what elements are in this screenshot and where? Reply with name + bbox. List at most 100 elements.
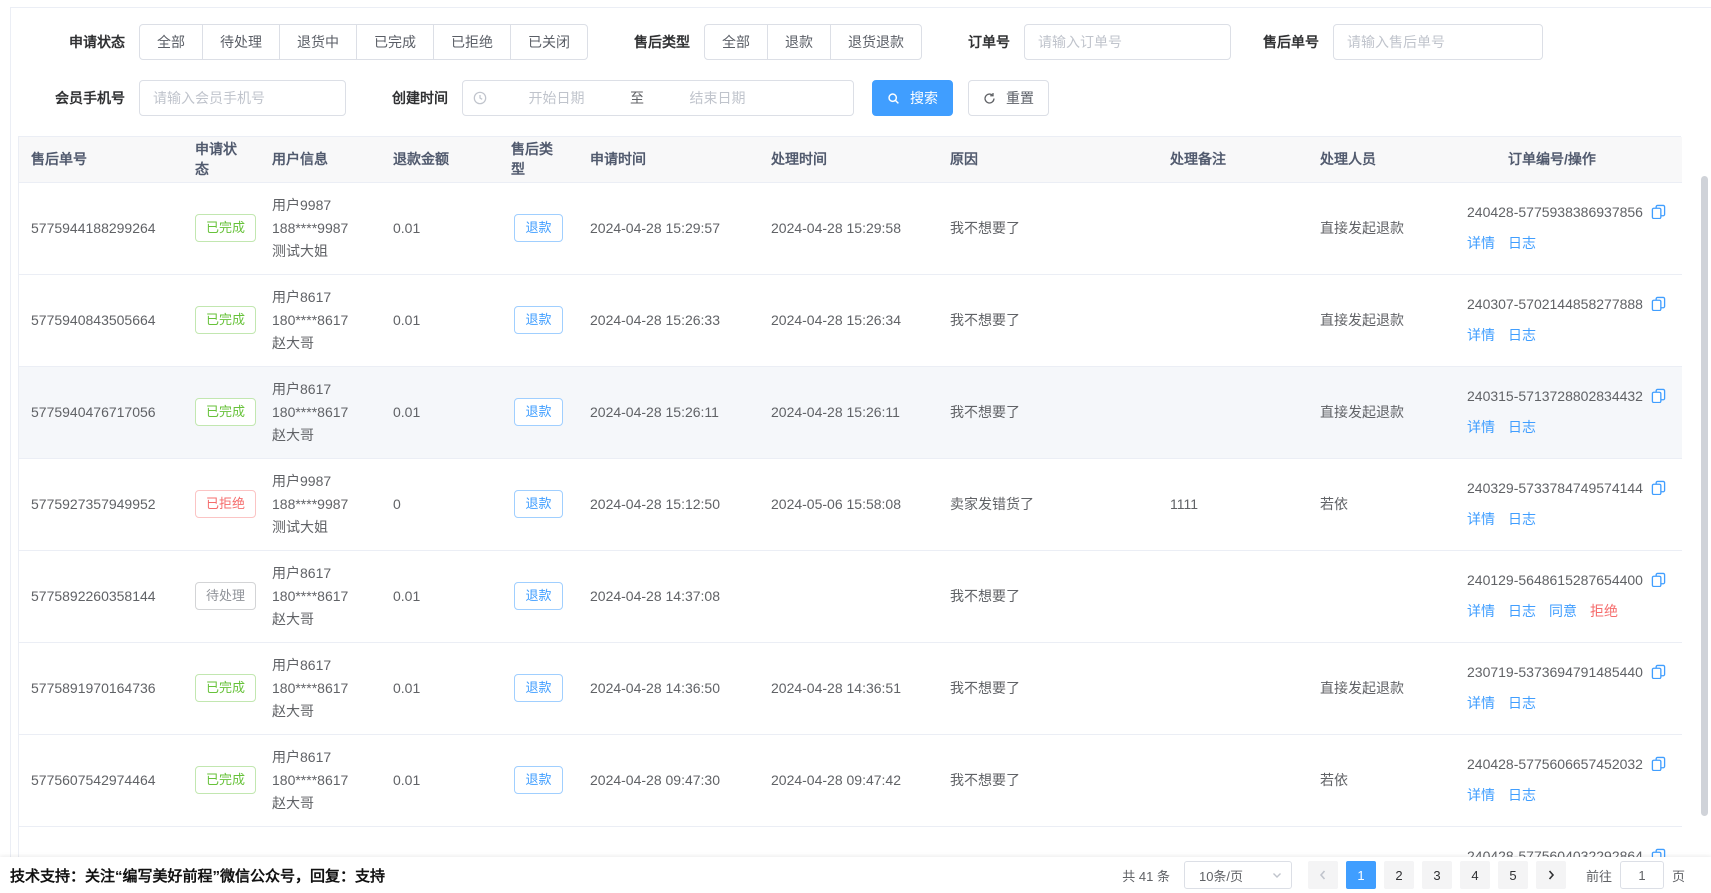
action-日志[interactable]: 日志 bbox=[1508, 787, 1536, 803]
table-row: 5775892260358144 待处理 用户8617180****8617赵大… bbox=[19, 550, 1682, 642]
cell-apply-time: 2024-04-28 15:26:11 bbox=[578, 366, 759, 458]
start-date-input[interactable] bbox=[489, 89, 624, 107]
filter-option-全部[interactable]: 全部 bbox=[704, 24, 768, 60]
page-button-2[interactable]: 2 bbox=[1384, 861, 1414, 889]
filter-option-已拒绝[interactable]: 已拒绝 bbox=[433, 24, 511, 60]
action-日志[interactable]: 日志 bbox=[1508, 695, 1536, 711]
filter-option-已关闭[interactable]: 已关闭 bbox=[510, 24, 588, 60]
cell-aftersale-id: 5775607542974464 bbox=[19, 734, 183, 826]
filter-option-退款[interactable]: 退款 bbox=[767, 24, 831, 60]
search-button[interactable]: 搜索 bbox=[872, 80, 953, 116]
refund-amount: 0 bbox=[393, 496, 401, 512]
filter-option-待处理[interactable]: 待处理 bbox=[202, 24, 280, 60]
aftersale-type-label: 售后类型 bbox=[634, 32, 690, 52]
action-拒绝[interactable]: 拒绝 bbox=[1590, 603, 1618, 619]
cell-handler: 直接发起退款 bbox=[1308, 274, 1422, 366]
page-button-3[interactable]: 3 bbox=[1422, 861, 1452, 889]
action-详情[interactable]: 详情 bbox=[1467, 327, 1495, 343]
action-详情[interactable]: 详情 bbox=[1467, 419, 1495, 435]
cell-amount: 0.01 bbox=[381, 274, 499, 366]
filter-option-退货中[interactable]: 退货中 bbox=[279, 24, 357, 60]
page-button-1[interactable]: 1 bbox=[1346, 861, 1376, 889]
cell-order-ops: 240428-5775606657452032 详情日志 bbox=[1422, 734, 1682, 826]
copy-icon[interactable] bbox=[1651, 387, 1666, 410]
cell-type: 退款 bbox=[499, 182, 578, 274]
handler: 直接发起退款 bbox=[1320, 404, 1404, 420]
cell-type: 退款 bbox=[499, 826, 578, 858]
copy-icon[interactable] bbox=[1651, 203, 1666, 226]
action-详情[interactable]: 详情 bbox=[1467, 235, 1495, 251]
cell-apply-time: 2024-04-28 15:12:50 bbox=[578, 458, 759, 550]
cell-amount: 0.01 bbox=[381, 550, 499, 642]
filter-option-已完成[interactable]: 已完成 bbox=[356, 24, 434, 60]
row-actions: 详情日志 bbox=[1467, 508, 1670, 531]
member-phone-input[interactable] bbox=[139, 80, 346, 116]
aftersale-no-input[interactable] bbox=[1333, 24, 1543, 60]
reset-button-label: 重置 bbox=[1006, 88, 1034, 108]
vertical-scrollbar[interactable] bbox=[1701, 176, 1708, 816]
page-size-select[interactable]: 10条/页 bbox=[1184, 861, 1292, 889]
order-no-input[interactable] bbox=[1024, 24, 1231, 60]
cell-user-info: 用户9987188****9987测试大姐 bbox=[260, 182, 381, 274]
prev-page-button[interactable] bbox=[1308, 861, 1338, 889]
action-日志[interactable]: 日志 bbox=[1508, 419, 1536, 435]
cell-handle-time bbox=[759, 826, 938, 858]
action-日志[interactable]: 日志 bbox=[1508, 327, 1536, 343]
table-row: 5775927357949952 已拒绝 用户9987188****9987测试… bbox=[19, 458, 1682, 550]
cell-apply-time: 2024-04-28 15:29:57 bbox=[578, 182, 759, 274]
cell-status: 已完成 bbox=[183, 182, 260, 274]
copy-icon[interactable] bbox=[1651, 755, 1666, 778]
aftersale-id: 5775927357949952 bbox=[31, 496, 156, 512]
end-date-input[interactable] bbox=[650, 89, 785, 107]
row-actions: 详情日志 bbox=[1467, 232, 1670, 255]
cell-type: 退款 bbox=[499, 734, 578, 826]
handle-time: 2024-04-28 09:47:42 bbox=[771, 772, 901, 788]
goto-page-input[interactable] bbox=[1620, 861, 1664, 889]
cell-handle-time: 2024-04-28 14:36:51 bbox=[759, 642, 938, 734]
action-日志[interactable]: 日志 bbox=[1508, 235, 1536, 251]
cell-remark bbox=[1158, 182, 1308, 274]
cell-aftersale-id: 5775892260358144 bbox=[19, 550, 183, 642]
cell-reason: 我不想要了 bbox=[938, 366, 1158, 458]
search-icon bbox=[887, 92, 905, 105]
action-详情[interactable]: 详情 bbox=[1467, 787, 1495, 803]
order-no: 240129-5648615287654400 bbox=[1467, 572, 1643, 588]
pager: 12345 bbox=[1304, 861, 1570, 889]
action-日志[interactable]: 日志 bbox=[1508, 603, 1536, 619]
status-badge: 已完成 bbox=[195, 674, 256, 702]
page-button-4[interactable]: 4 bbox=[1460, 861, 1490, 889]
action-日志[interactable]: 日志 bbox=[1508, 511, 1536, 527]
cell-order-ops: 240315-5713728802834432 详情日志 bbox=[1422, 366, 1682, 458]
action-详情[interactable]: 详情 bbox=[1467, 511, 1495, 527]
action-同意[interactable]: 同意 bbox=[1549, 603, 1577, 619]
filter-option-全部[interactable]: 全部 bbox=[139, 24, 203, 60]
aftersale-id: 5775940476717056 bbox=[31, 404, 156, 420]
handle-time: 2024-04-28 15:26:11 bbox=[771, 404, 900, 420]
action-详情[interactable]: 详情 bbox=[1467, 695, 1495, 711]
action-详情[interactable]: 详情 bbox=[1467, 603, 1495, 619]
cell-handler: 直接发起退款 bbox=[1308, 826, 1422, 858]
cell-aftersale-id bbox=[19, 826, 183, 858]
filter-area: 申请状态 全部待处理退货中已完成已拒绝已关闭 售后类型 全部退款退货退款 订单号… bbox=[11, 8, 1711, 116]
filter-option-退货退款[interactable]: 退货退款 bbox=[830, 24, 922, 60]
cell-handler: 直接发起退款 bbox=[1308, 182, 1422, 274]
copy-icon[interactable] bbox=[1651, 479, 1666, 502]
date-range-picker[interactable]: 至 bbox=[462, 80, 854, 116]
next-page-button[interactable] bbox=[1536, 861, 1566, 889]
reset-button[interactable]: 重置 bbox=[968, 80, 1049, 116]
copy-icon[interactable] bbox=[1651, 295, 1666, 318]
apply-time: 2024-04-28 14:36:50 bbox=[590, 680, 720, 696]
cell-user-info: 用户9987188****9987测试大姐 bbox=[260, 458, 381, 550]
copy-icon[interactable] bbox=[1651, 571, 1666, 594]
page-button-5[interactable]: 5 bbox=[1498, 861, 1528, 889]
cell-remark bbox=[1158, 366, 1308, 458]
cell-status: 已完成 bbox=[183, 642, 260, 734]
cell-status: 已完成 bbox=[183, 734, 260, 826]
column-header: 申请状态 bbox=[183, 137, 260, 182]
apply-time: 2024-04-28 14:37:08 bbox=[590, 588, 720, 604]
apply-time: 2024-04-28 15:26:11 bbox=[590, 404, 719, 420]
copy-icon[interactable] bbox=[1651, 663, 1666, 686]
cell-handle-time: 2024-04-28 15:26:34 bbox=[759, 274, 938, 366]
refund-amount: 0.01 bbox=[393, 404, 420, 420]
status-badge: 已完成 bbox=[195, 306, 256, 334]
